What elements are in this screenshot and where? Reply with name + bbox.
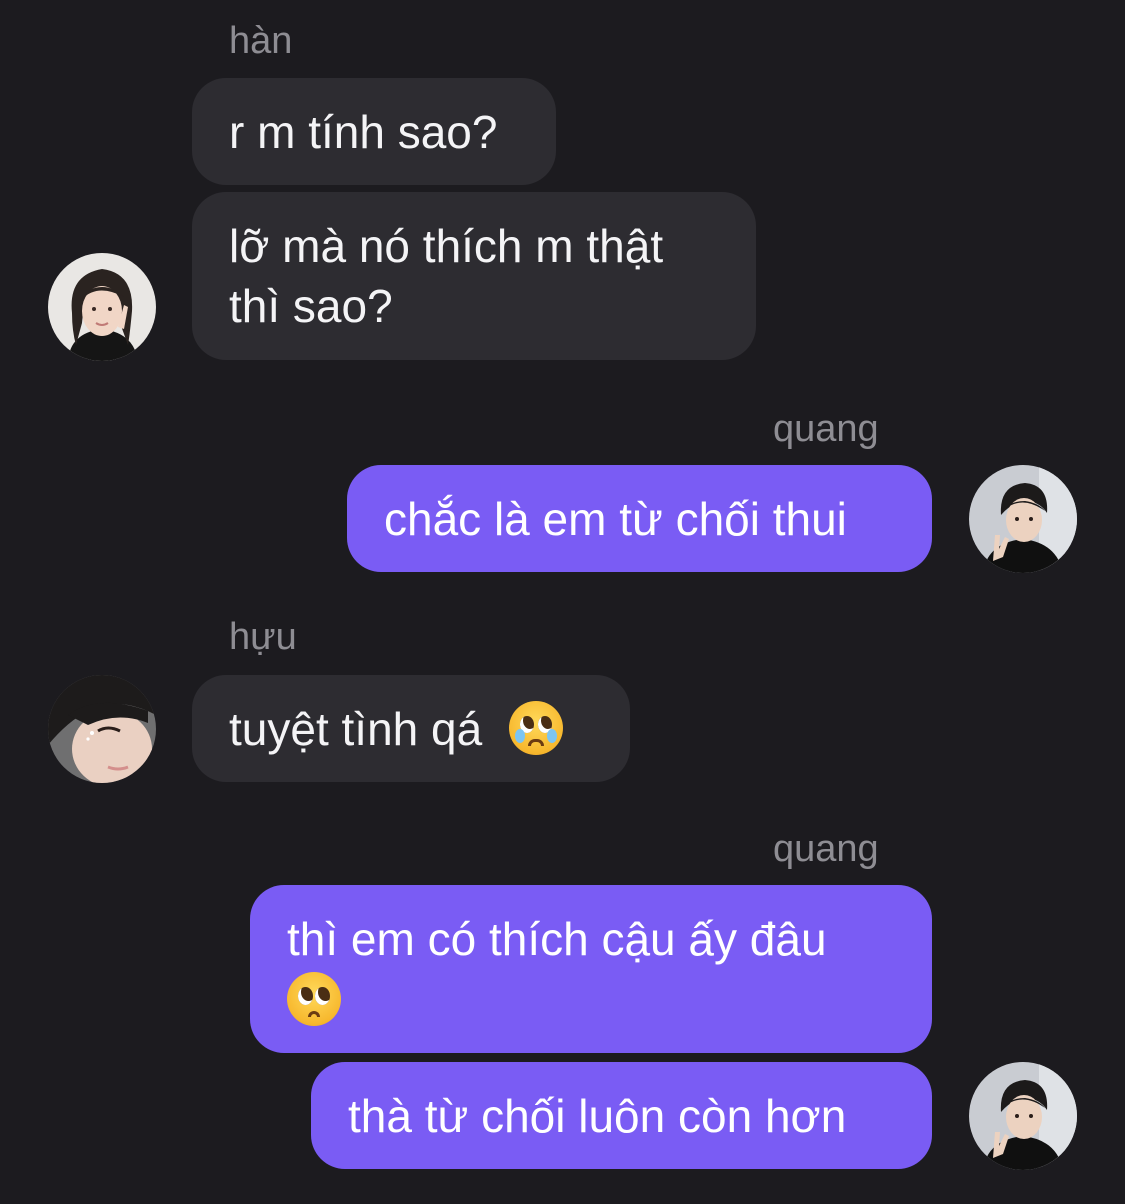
pleading-face-emoji [287, 971, 341, 1026]
message-text: tuyệt tình qá [229, 702, 483, 755]
message-line [287, 969, 895, 1029]
message-bubble[interactable]: thà từ chối luôn còn hơn [311, 1062, 932, 1169]
message-bubble[interactable]: lỡ mà nó thích m thật thì sao? [192, 192, 756, 360]
avatar-han[interactable] [48, 253, 156, 361]
avatar-huu[interactable] [48, 675, 156, 783]
crying-face-emoji [508, 701, 563, 756]
message-bubble[interactable]: tuyệt tình qá [192, 675, 630, 782]
message-text: lỡ mà nó thích m thật [229, 220, 664, 272]
sender-name: quang [773, 828, 879, 870]
avatar-quang[interactable] [969, 1062, 1077, 1170]
message-text: thì em có thích cậu ấy đâu [287, 913, 827, 965]
sender-name: hựu [229, 616, 297, 658]
message-text: r m tính sao? [229, 105, 498, 158]
message-bubble[interactable]: chắc là em từ chối thui [347, 465, 932, 572]
message-bubble[interactable]: thì em có thích cậu ấy đâu [250, 885, 932, 1053]
message-text: thì sao? [229, 280, 393, 332]
message-text: thà từ chối luôn còn hơn [348, 1089, 847, 1142]
avatar-quang[interactable] [969, 465, 1077, 573]
sender-name: quang [773, 408, 879, 450]
message-line: tuyệt tình qá [229, 699, 593, 759]
sender-name: hàn [229, 20, 293, 62]
message-bubble[interactable]: r m tính sao? [192, 78, 556, 185]
message-text: chắc là em từ chối thui [384, 492, 847, 545]
